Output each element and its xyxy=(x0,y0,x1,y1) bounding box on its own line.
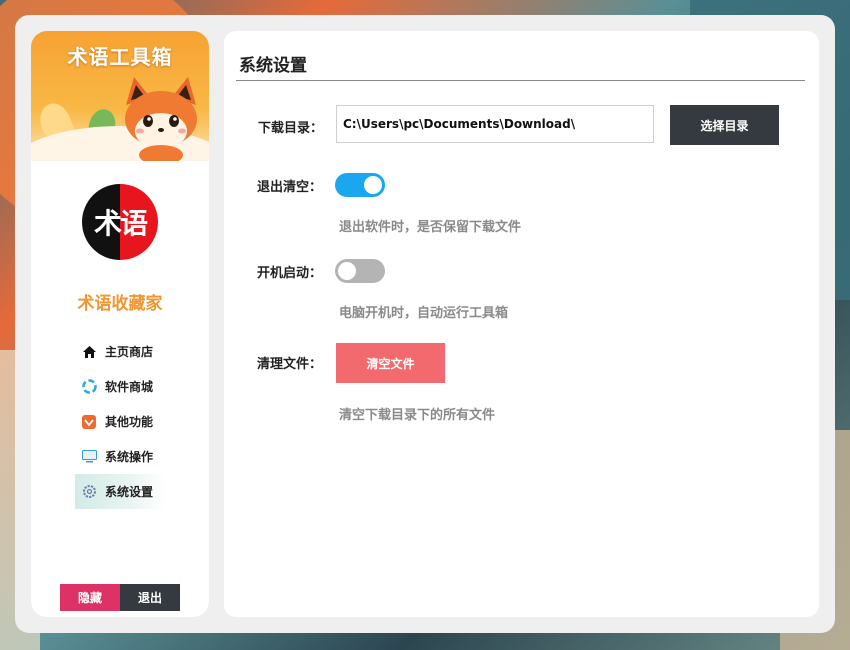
exit-button[interactable]: 退出 xyxy=(120,584,180,611)
clean-files-hint: 清空下载目录下的所有文件 xyxy=(339,408,496,423)
sidebar-item-label: 主页商店 xyxy=(105,345,154,359)
hide-button[interactable]: 隐藏 xyxy=(60,584,120,611)
clear-files-button[interactable]: 清空文件 xyxy=(336,343,445,383)
clear-on-exit-toggle[interactable] xyxy=(335,173,385,197)
app-window: 术语工具箱 术语 术语收藏家 主页商店 软件商城 其他功能 系统操作 系统设置 … xyxy=(15,15,835,633)
fox-mascot-icon xyxy=(125,77,197,161)
banner-title: 术语工具箱 xyxy=(67,45,173,69)
download-dir-label: 下载目录： xyxy=(258,121,324,136)
sidebar-bottom-buttons: 隐藏 退出 xyxy=(60,584,180,611)
app-name: 术语收藏家 xyxy=(77,294,163,314)
settings-panel: 系统设置 下载目录： 选择目录 退出清空： 退出软件时，是否保留下载文件 开机启… xyxy=(224,31,819,617)
sidebar-item-label: 其他功能 xyxy=(105,415,154,429)
title-divider xyxy=(236,80,805,81)
sidebar-item-label: 系统设置 xyxy=(105,485,154,499)
sidebar-nav: 主页商店 软件商城 其他功能 系统操作 系统设置 xyxy=(75,334,205,509)
clean-files-label: 清理文件： xyxy=(257,357,323,372)
sidebar: 术语工具箱 术语 术语收藏家 主页商店 软件商城 其他功能 系统操作 系统设置 … xyxy=(31,31,209,617)
logo-text: 术语 xyxy=(93,207,148,240)
sidebar-item-label: 软件商城 xyxy=(105,380,154,394)
toggle-knob xyxy=(338,262,356,280)
clear-on-exit-label: 退出清空： xyxy=(257,180,323,195)
toggle-knob xyxy=(364,176,382,194)
sidebar-item-label: 系统操作 xyxy=(105,450,154,464)
app-logo: 术语 xyxy=(82,184,158,260)
clear-on-exit-hint: 退出软件时，是否保留下载文件 xyxy=(339,220,522,235)
sidebar-banner: 术语工具箱 xyxy=(31,31,209,161)
home-icon xyxy=(81,344,97,360)
store-icon xyxy=(81,379,97,395)
sidebar-item-home-store[interactable]: 主页商店 xyxy=(75,334,205,369)
sidebar-item-system-ops[interactable]: 系统操作 xyxy=(75,439,205,474)
autostart-hint: 电脑开机时，自动运行工具箱 xyxy=(339,306,509,321)
monitor-icon xyxy=(81,449,97,465)
choose-directory-button[interactable]: 选择目录 xyxy=(670,105,779,145)
feature-icon xyxy=(81,414,97,430)
download-dir-input[interactable] xyxy=(336,105,654,143)
gear-icon xyxy=(81,484,97,500)
page-title: 系统设置 xyxy=(239,56,307,76)
sidebar-item-software-store[interactable]: 软件商城 xyxy=(75,369,205,404)
sidebar-item-system-settings[interactable]: 系统设置 xyxy=(75,474,165,509)
autostart-toggle[interactable] xyxy=(335,259,385,283)
autostart-label: 开机启动： xyxy=(257,266,323,281)
sidebar-item-other-features[interactable]: 其他功能 xyxy=(75,404,205,439)
